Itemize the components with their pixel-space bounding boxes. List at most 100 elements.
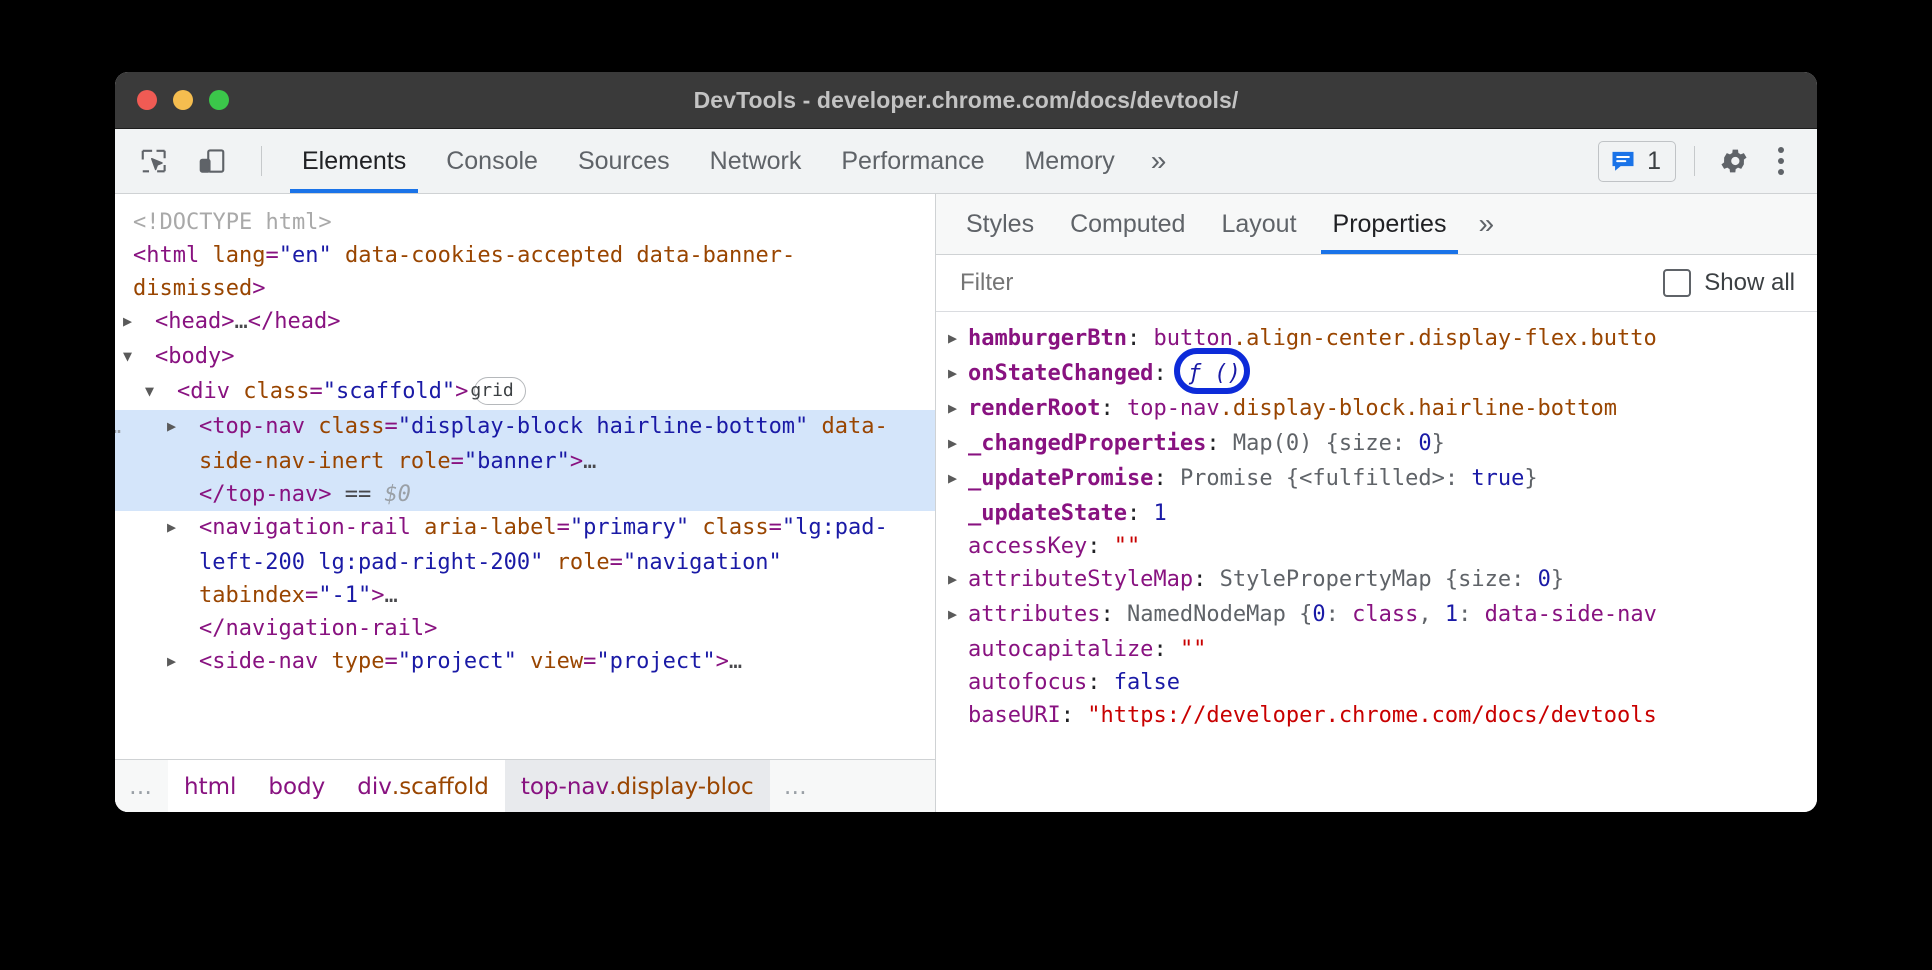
tab-properties[interactable]: Properties [1315,194,1465,254]
tab-computed[interactable]: Computed [1052,194,1203,254]
value-token-num: 0 [1418,431,1431,456]
property-row[interactable]: onStateChanged: ƒ () [936,357,1817,392]
close-window-icon[interactable] [137,90,157,110]
properties-list[interactable]: hamburgerBtn: button.align-center.displa… [936,312,1817,812]
disclosure-triangle-icon[interactable] [948,392,968,425]
inspect-element-icon[interactable] [133,140,175,182]
disclosure-triangle-icon[interactable] [948,427,968,460]
disclosure-triangle-icon[interactable] [948,598,968,631]
device-toolbar-icon[interactable] [191,140,233,182]
dom-node[interactable]: <navigation-rail aria-label="primary" cl… [115,511,935,645]
breadcrumb-item-body[interactable]: body [252,760,341,812]
breadcrumb-item-div[interactable]: div.scaffold [341,760,505,812]
dom-token-doctype: <!DOCTYPE html> [133,210,332,235]
value-token-num: 1 [1445,602,1458,627]
breadcrumb-tag: div [357,774,392,800]
property-row[interactable]: attributeStyleMap: StylePropertyMap {siz… [936,563,1817,598]
dom-token-tag: > [716,649,729,674]
tab-console[interactable]: Console [426,129,558,193]
dom-token-tag: <div [177,379,243,404]
property-row[interactable]: renderRoot: top-nav.display-block.hairli… [936,392,1817,427]
dom-token-tag: = [309,379,322,404]
value-token-gray: } [1551,567,1564,592]
dom-node-selected[interactable]: …<top-nav class="display-block hairline-… [115,410,935,511]
property-row[interactable]: _updatePromise: Promise {<fulfilled>: tr… [936,462,1817,497]
disclosure-triangle-icon[interactable] [139,340,155,373]
console-message-count: 1 [1647,147,1661,176]
breadcrumb-item-top-nav[interactable]: top-nav.display-bloc [505,760,770,812]
toolbar-right-controls: 1 [1598,140,1817,182]
tab-performance[interactable]: Performance [821,129,1004,193]
disclosure-triangle-icon[interactable] [139,305,155,338]
property-row[interactable]: _changedProperties: Map(0) {size: 0} [936,427,1817,462]
value-token-gray: Promise {<fulfilled>: [1180,466,1471,491]
show-all-checkbox[interactable] [1663,269,1691,297]
dom-node[interactable]: <html lang="en" data-cookies-accepted da… [115,239,935,305]
console-message-badge[interactable]: 1 [1598,141,1676,182]
filter-input[interactable] [958,268,1663,298]
breadcrumb-overflow-left[interactable]: … [115,774,168,800]
disclosure-triangle-icon[interactable] [948,563,968,596]
tab-elements[interactable]: Elements [282,129,426,193]
disclosure-triangle-icon[interactable] [183,511,199,544]
minimize-window-icon[interactable] [173,90,193,110]
more-panels-icon[interactable]: » [1135,129,1183,193]
disclosure-triangle-icon[interactable] [948,462,968,495]
property-row[interactable]: autofocus: false [936,666,1817,699]
dom-tree[interactable]: <!DOCTYPE html> <html lang="en" data-cook… [115,194,935,759]
property-name: autofocus [968,670,1087,695]
gear-icon[interactable] [1713,140,1755,182]
more-sidebar-tabs-icon[interactable]: » [1464,194,1508,254]
property-value: "" [1114,534,1141,559]
property-row[interactable]: baseURI: "https://developer.chrome.com/d… [936,699,1817,732]
disclosure-triangle-icon[interactable] [161,375,177,408]
dom-node[interactable]: <body> [115,340,935,375]
toolbar-divider [261,146,262,176]
tab-network[interactable]: Network [690,129,822,193]
tab-layout[interactable]: Layout [1203,194,1314,254]
property-name: accessKey [968,534,1087,559]
property-row[interactable]: autocapitalize: "" [936,633,1817,666]
dom-token-tag: > [371,583,384,608]
property-row[interactable]: hamburgerBtn: button.align-center.displa… [936,322,1817,357]
property-row[interactable]: attributes: NamedNodeMap {0: class, 1: d… [936,598,1817,633]
dom-token-tag: </top-nav> [199,482,331,507]
disclosure-triangle-icon[interactable] [948,322,968,355]
disclosure-triangle-icon[interactable] [948,357,968,390]
dom-token-attr: aria-label [424,515,556,540]
property-name: _updatePromise [968,466,1153,491]
property-name: attributeStyleMap [968,567,1193,592]
breadcrumb-overflow-right[interactable]: … [770,774,823,800]
dom-token-attr: lang [212,243,265,268]
tab-styles[interactable]: Styles [948,194,1052,254]
property-value: Map(0) {size: 0} [1233,431,1445,456]
more-options-icon[interactable] [1761,140,1801,182]
property-value: 1 [1153,501,1166,526]
show-all-toggle[interactable]: Show all [1663,269,1795,297]
disclosure-triangle-icon[interactable] [183,410,199,443]
dom-node[interactable]: <div class="scaffold">grid [115,375,935,410]
dom-token-tag: = [384,414,397,439]
tab-memory[interactable]: Memory [1004,129,1134,193]
dom-token-text: … [729,649,742,674]
value-token-obj: data-side-nav [1485,602,1657,627]
dom-token-tag: > [252,276,265,301]
devtools-body: <!DOCTYPE html> <html lang="en" data-cook… [115,194,1817,812]
dom-node[interactable]: <side-nav type="project" view="project">… [115,645,935,680]
value-token-num: 1 [1153,501,1166,526]
grid-badge[interactable]: grid [474,377,525,405]
dom-node[interactable]: <!DOCTYPE html> [115,206,935,239]
breadcrumb-item-html[interactable]: html [168,760,252,812]
property-row[interactable]: accessKey: "" [936,530,1817,563]
dom-token-attr: class [243,379,309,404]
dom-node[interactable]: <head>…</head> [115,305,935,340]
value-token-str: "" [1114,534,1141,559]
value-token-str: "https://developer.chrome.com/docs/devto… [1087,703,1657,728]
breadcrumb-tag: top-nav [521,774,609,800]
maximize-window-icon[interactable] [209,90,229,110]
property-name: attributes [968,602,1100,627]
dom-token-attr: view [517,649,583,674]
property-row[interactable]: _updateState: 1 [936,497,1817,530]
tab-sources[interactable]: Sources [558,129,690,193]
disclosure-triangle-icon[interactable] [183,645,199,678]
